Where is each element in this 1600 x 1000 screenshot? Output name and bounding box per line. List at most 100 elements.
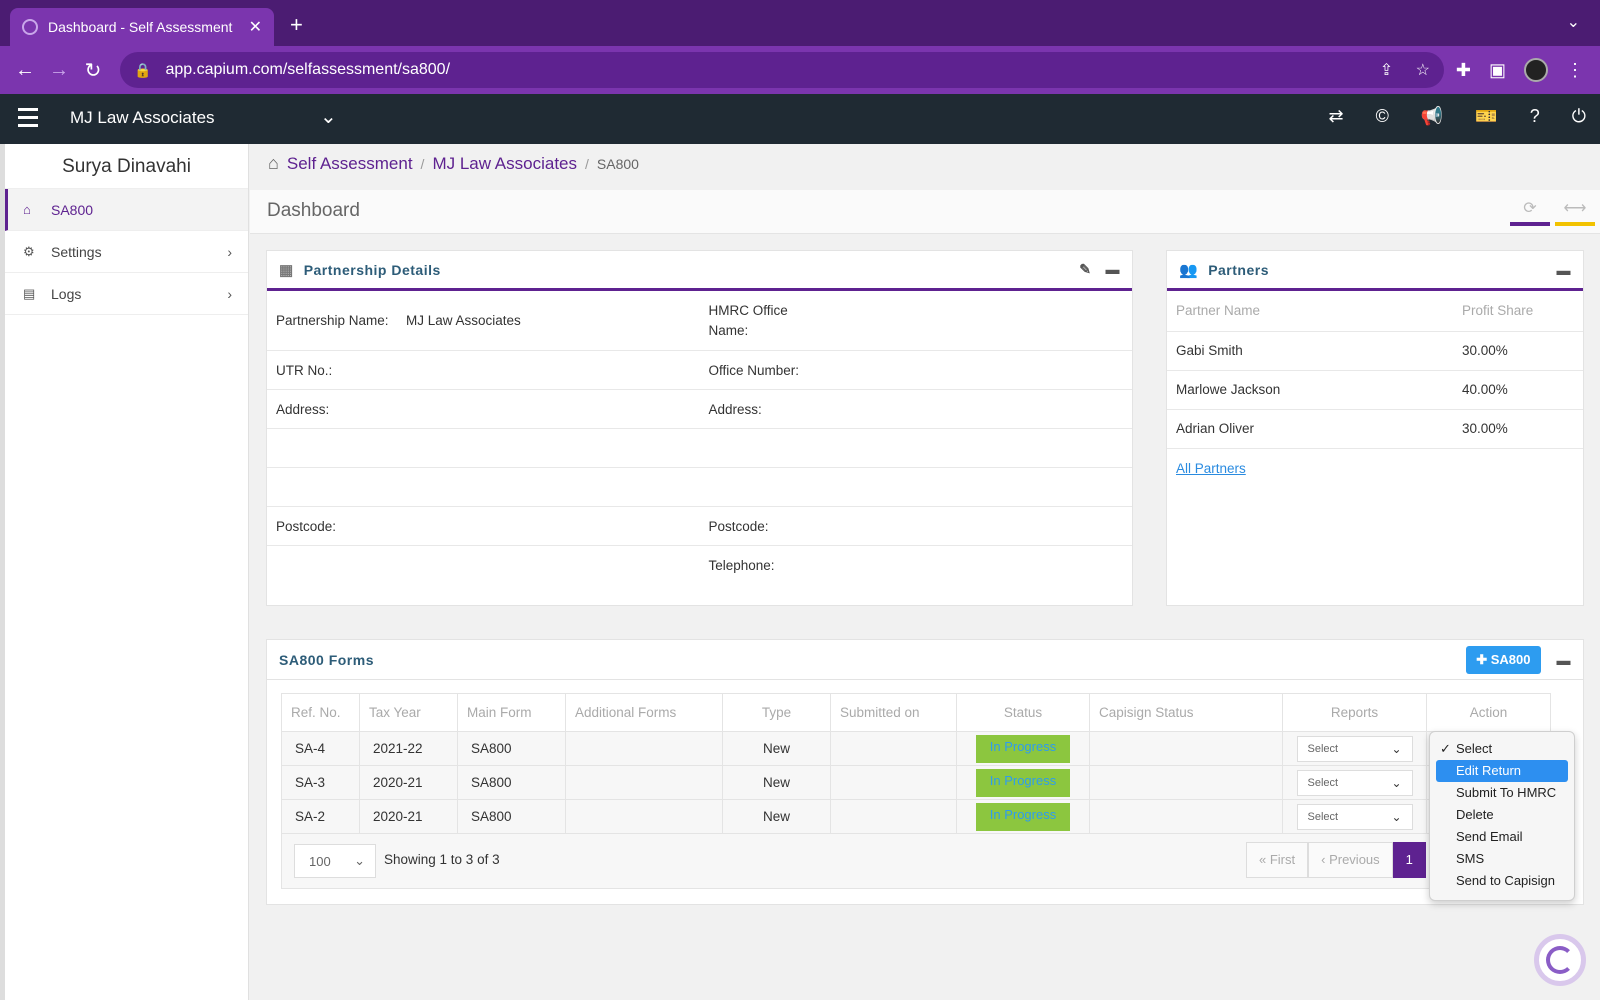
previous-page-button[interactable]: ‹ Previous bbox=[1308, 842, 1393, 878]
browser-menu-icon[interactable]: ⋮ bbox=[1566, 60, 1584, 81]
client-name[interactable]: MJ Law Associates bbox=[70, 108, 215, 128]
menu-item-select[interactable]: ✓ Select bbox=[1436, 738, 1568, 760]
page-1-button[interactable]: 1 bbox=[1392, 842, 1426, 878]
column-header[interactable]: Partner Name bbox=[1167, 291, 1453, 332]
sidebar-item-settings[interactable]: ⚙ Settings › bbox=[5, 231, 248, 273]
field-label: Postcode: bbox=[708, 518, 769, 534]
bookmark-star-icon[interactable]: ☆ bbox=[1416, 62, 1430, 79]
hamburger-menu-icon[interactable] bbox=[18, 108, 38, 132]
breadcrumb-client[interactable]: MJ Law Associates bbox=[432, 154, 577, 174]
column-header[interactable]: Submitted on bbox=[830, 693, 957, 732]
table-row: Marlowe Jackson 40.00% bbox=[1167, 370, 1583, 410]
panel-header: 👥 Partners ▬ bbox=[1167, 251, 1583, 291]
share-icon[interactable]: ⇪ bbox=[1380, 62, 1393, 79]
detail-row bbox=[267, 429, 1132, 468]
reload-icon[interactable]: ↻ bbox=[76, 58, 110, 83]
column-header[interactable]: Main Form bbox=[457, 693, 566, 732]
page-size-select[interactable]: 100 ⌄ bbox=[294, 844, 376, 878]
browser-tab[interactable]: Dashboard - Self Assessment ✕ bbox=[10, 8, 274, 46]
type: New bbox=[722, 765, 831, 800]
reports-select-value: Select bbox=[1307, 810, 1339, 823]
menu-item-delete[interactable]: Delete bbox=[1436, 804, 1568, 826]
minimize-icon[interactable]: ▬ bbox=[1557, 262, 1572, 278]
capium-chat-widget-icon[interactable] bbox=[1534, 934, 1586, 986]
sidebar-item-sa800[interactable]: ⌂ SA800 bbox=[5, 189, 248, 231]
address-bar[interactable]: 🔒 app.capium.com/selfassessment/sa800/ ⇪… bbox=[120, 52, 1444, 88]
table-row: SA-4 2021-22 SA800 New In Progress Selec… bbox=[281, 731, 1551, 766]
menu-item-send-email[interactable]: Send Email bbox=[1436, 826, 1568, 848]
minimize-icon[interactable]: ▬ bbox=[1106, 261, 1121, 278]
users-icon: 👥 bbox=[1179, 261, 1199, 279]
profit-share: 30.00% bbox=[1453, 409, 1583, 449]
back-icon[interactable]: ← bbox=[8, 59, 42, 82]
column-header[interactable]: Ref. No. bbox=[281, 693, 360, 732]
column-header[interactable]: Tax Year bbox=[359, 693, 458, 732]
status-badge: In Progress bbox=[976, 734, 1070, 763]
side-panel-icon[interactable]: ▣ bbox=[1489, 60, 1506, 81]
power-icon[interactable]: ⏻ bbox=[1572, 106, 1586, 127]
panel-header: ▦ Partnership Details ✎ ▬ bbox=[267, 251, 1132, 291]
profile-avatar[interactable] bbox=[1524, 58, 1548, 82]
help-icon[interactable]: ? bbox=[1530, 106, 1540, 127]
sidebar-item-logs[interactable]: ▤ Logs › bbox=[5, 273, 248, 315]
column-header[interactable]: Action bbox=[1426, 693, 1551, 732]
submitted-on bbox=[830, 799, 957, 834]
partners-panel: 👥 Partners ▬ Partner Name Profit Share G… bbox=[1166, 250, 1584, 606]
menu-item-edit-return[interactable]: Edit Return bbox=[1436, 760, 1568, 782]
tax-year: 2020-21 bbox=[359, 765, 458, 800]
capium-logo-icon[interactable]: © bbox=[1376, 106, 1389, 127]
edit-icon[interactable]: ✎ bbox=[1079, 261, 1091, 278]
partnership-details-panel: ▦ Partnership Details ✎ ▬ Partnership Na… bbox=[266, 250, 1133, 606]
menu-item-submit-to-hmrc[interactable]: Submit To HMRC bbox=[1436, 782, 1568, 804]
column-header[interactable]: Profit Share bbox=[1453, 291, 1583, 332]
menu-item-send-to-capisign[interactable]: Send to Capisign bbox=[1436, 870, 1568, 892]
column-header[interactable]: Capisign Status bbox=[1089, 693, 1283, 732]
reports-select[interactable]: Select ⌄ bbox=[1296, 803, 1413, 830]
home-icon[interactable]: ⌂ bbox=[268, 153, 279, 174]
minimize-icon[interactable]: ▬ bbox=[1557, 652, 1572, 668]
tax-year: 2021-22 bbox=[359, 731, 458, 766]
menu-item-label: Send to Capisign bbox=[1456, 873, 1556, 888]
ref-no: SA-3 bbox=[281, 765, 360, 800]
forward-icon[interactable]: → bbox=[42, 59, 76, 82]
megaphone-icon[interactable]: 📢 bbox=[1421, 106, 1443, 127]
column-header[interactable]: Additional Forms bbox=[565, 693, 723, 732]
sidebar-item-label: SA800 bbox=[51, 201, 94, 218]
sidebar: Surya Dinavahi ⌂ SA800 ⚙ Settings › ▤ Lo… bbox=[0, 144, 249, 1000]
column-header[interactable]: Status bbox=[956, 693, 1090, 732]
extensions-puzzle-icon[interactable]: ✚ bbox=[1456, 60, 1471, 81]
first-page-button[interactable]: « First bbox=[1246, 842, 1309, 878]
column-header[interactable]: Type bbox=[722, 693, 831, 732]
new-tab-icon[interactable]: + bbox=[290, 12, 303, 38]
status-cell: In Progress bbox=[956, 731, 1090, 766]
add-sa800-button[interactable]: ✚ SA800 bbox=[1466, 645, 1541, 674]
table-row: Gabi Smith 30.00% bbox=[1167, 331, 1583, 371]
breadcrumb-self-assessment[interactable]: Self Assessment bbox=[287, 154, 413, 174]
sa800-forms-panel: SA800 Forms ✚ SA800 ▬ Ref. No. Tax Year … bbox=[266, 639, 1584, 905]
building-icon: ▦ bbox=[279, 261, 294, 279]
dashboard-bar: Dashboard ⟳ ⟷ bbox=[250, 190, 1600, 234]
table-row: Adrian Oliver 30.00% bbox=[1167, 409, 1583, 449]
menu-item-sms[interactable]: SMS bbox=[1436, 848, 1568, 870]
breadcrumb: ⌂ Self Assessment / MJ Law Associates / … bbox=[268, 153, 639, 174]
status-cell: In Progress bbox=[956, 799, 1090, 834]
additional-forms bbox=[565, 765, 723, 800]
expand-arrows-icon[interactable]: ⟷ bbox=[1555, 198, 1595, 226]
panel-title: Partnership Details bbox=[303, 261, 441, 278]
url-text: app.capium.com/selfassessment/sa800/ bbox=[165, 61, 451, 78]
column-header[interactable]: Reports bbox=[1282, 693, 1427, 732]
field-label: Address: bbox=[276, 401, 330, 417]
switch-arrows-icon[interactable]: ⇄ bbox=[1329, 106, 1344, 127]
tab-search-chevron-icon[interactable]: ⌄ bbox=[1567, 12, 1580, 32]
reports-select[interactable]: Select ⌄ bbox=[1296, 735, 1413, 762]
reports-select[interactable]: Select ⌄ bbox=[1296, 769, 1413, 796]
close-tab-icon[interactable]: ✕ bbox=[249, 17, 262, 37]
client-chevron-down-icon[interactable]: ⌄ bbox=[320, 104, 337, 129]
table-row: SA-2 2020-21 SA800 New In Progress Selec… bbox=[281, 799, 1551, 834]
all-partners-link[interactable]: All Partners bbox=[1167, 449, 1583, 488]
status-badge: In Progress bbox=[976, 802, 1070, 831]
reports-select-value: Select bbox=[1307, 776, 1339, 789]
submitted-on bbox=[830, 765, 957, 800]
ticket-icon[interactable]: 🎫 bbox=[1475, 106, 1497, 127]
refresh-icon[interactable]: ⟳ bbox=[1510, 198, 1550, 226]
